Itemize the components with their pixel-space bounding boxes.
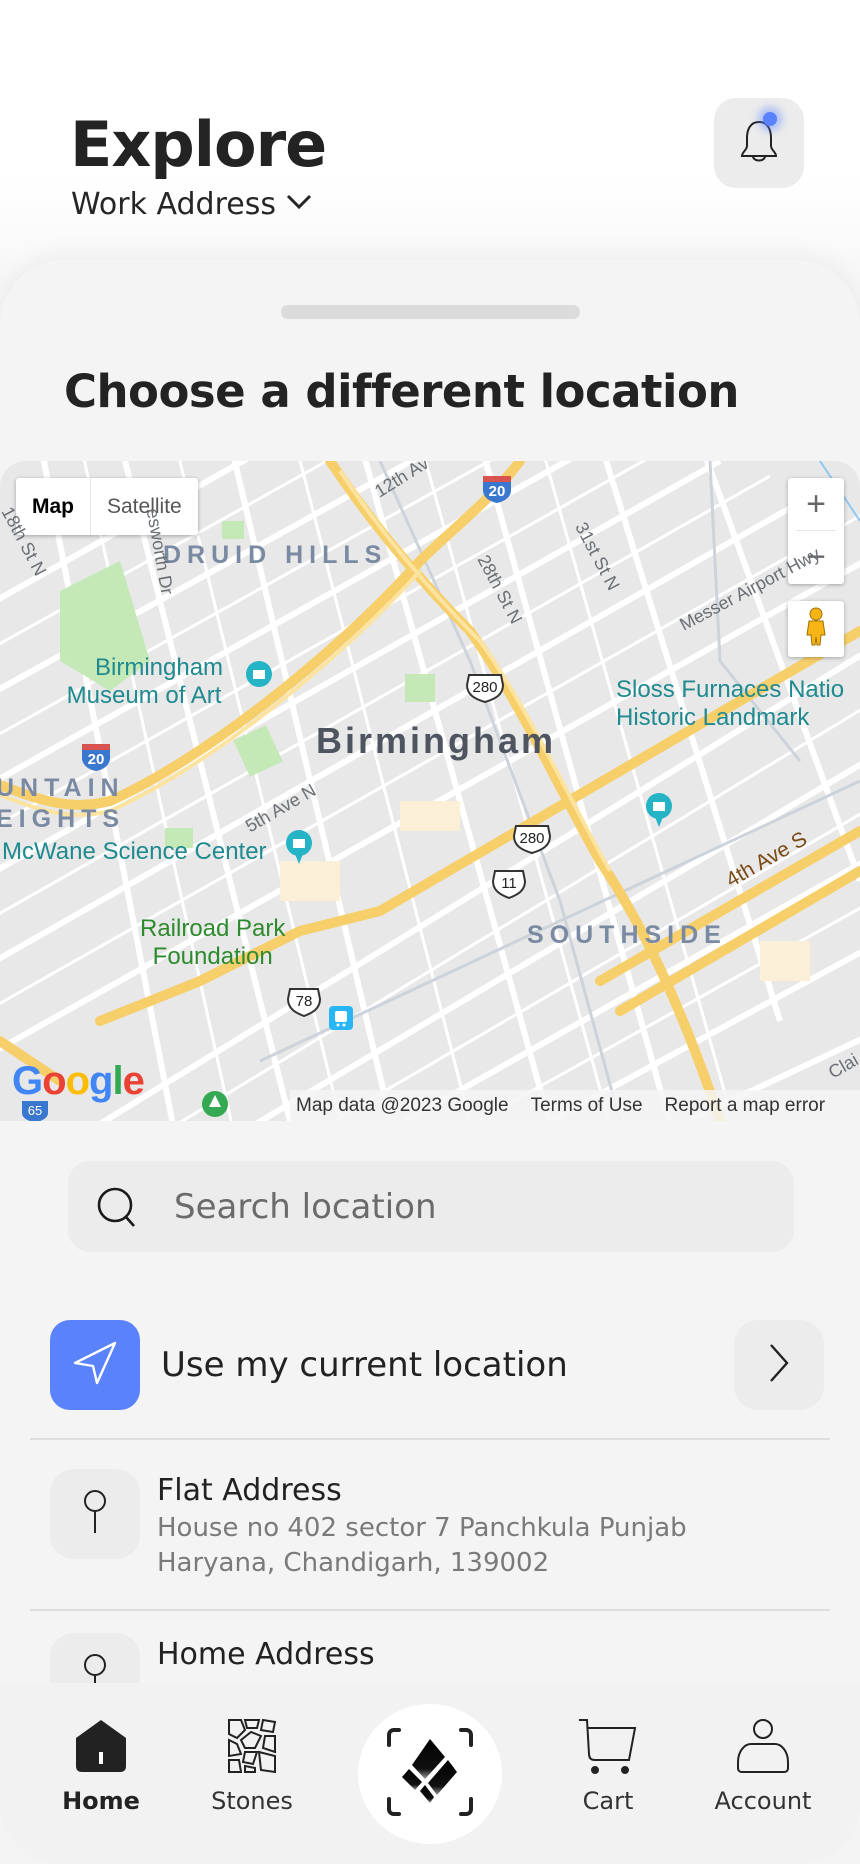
nav-account-label: Account xyxy=(714,1787,812,1815)
us-11-number: 11 xyxy=(501,875,517,892)
pegman-icon xyxy=(804,607,828,651)
park-marker-icon[interactable] xyxy=(200,1089,230,1121)
interstate-65-number: 65 xyxy=(27,1103,43,1118)
map-poi-sloss: Sloss Furnaces Natio Historic Landmark xyxy=(616,676,844,732)
nav-cart[interactable]: Cart xyxy=(543,1683,673,1823)
list-divider xyxy=(30,1609,830,1611)
mcwane-marker-icon[interactable] xyxy=(284,828,314,868)
address-selector[interactable]: Work Address xyxy=(71,184,312,224)
page-title: Explore xyxy=(70,108,327,181)
nav-stones-label: Stones xyxy=(211,1787,293,1815)
nav-stones[interactable]: Stones xyxy=(187,1683,317,1823)
address-selector-label: Work Address xyxy=(71,186,276,222)
saved-address-title: Flat Address xyxy=(157,1473,342,1508)
sheet-drag-handle[interactable] xyxy=(281,305,580,319)
map-poi-sloss-line2: Historic Landmark xyxy=(616,704,810,731)
zoom-in-button[interactable]: + xyxy=(788,478,844,531)
map-poi-sloss-line1: Sloss Furnaces Natio xyxy=(616,676,845,703)
map-poi-railroad-line2: Foundation xyxy=(152,943,273,970)
sloss-marker-icon[interactable] xyxy=(644,791,674,831)
list-divider xyxy=(30,1438,830,1440)
current-location-go-button[interactable] xyxy=(734,1320,824,1410)
nav-home-label: Home xyxy=(62,1787,140,1815)
chevron-down-icon xyxy=(286,193,312,215)
map-poi-museum-line1: Birmingham xyxy=(95,654,224,681)
us-11-shield: 11 xyxy=(491,869,527,904)
map-label-druid-hills: DRUID HILLS xyxy=(163,541,388,569)
current-location-icon-box xyxy=(50,1320,140,1410)
us-280-number-south: 280 xyxy=(519,830,545,847)
use-current-location-label[interactable]: Use my current location xyxy=(161,1345,734,1385)
nav-account[interactable]: Account xyxy=(698,1683,828,1823)
google-logo: Google xyxy=(12,1059,145,1103)
search-placeholder: Search location xyxy=(174,1186,437,1227)
saved-address-line2: Haryana, Chandigarh, 139002 xyxy=(157,1548,550,1578)
account-icon xyxy=(698,1718,828,1774)
street-view-button[interactable] xyxy=(788,601,844,657)
map-poi-mcwane: McWane Science Center xyxy=(2,838,267,865)
use-current-location-row[interactable]: Use my current location xyxy=(50,1320,824,1410)
us-78-shield: 78 xyxy=(286,987,322,1022)
saved-address-title: Home Address xyxy=(157,1637,375,1672)
map-type-toggle: Map Satellite xyxy=(16,478,198,535)
navigation-arrow-icon xyxy=(71,1339,119,1391)
transit-station-icon[interactable] xyxy=(329,1006,353,1030)
map-poi-museum: Birmingham Museum of Art xyxy=(65,654,223,710)
map-label-birmingham: Birmingham xyxy=(316,720,557,761)
report-map-error-link[interactable]: Report a map error xyxy=(665,1095,826,1117)
sheet-title: Choose a different location xyxy=(64,365,739,418)
saved-address-item[interactable]: Flat Address House no 402 sector 7 Panch… xyxy=(50,1469,830,1581)
notification-badge xyxy=(763,112,777,126)
nav-home[interactable]: Home xyxy=(36,1683,166,1823)
location-sheet: Choose a different location Map Satellit… xyxy=(0,260,860,1864)
map-view[interactable]: Map Satellite + − DRUID HILLS 12th Av 28… xyxy=(0,461,860,1121)
terms-of-use-link[interactable]: Terms of Use xyxy=(531,1095,643,1117)
us-280-shield-south: 280 xyxy=(512,824,552,859)
map-roads xyxy=(0,461,860,1121)
map-attribution: Map data @2023 Google Terms of Use Repor… xyxy=(290,1090,860,1121)
us-280-shield: 280 xyxy=(465,673,505,708)
pin-icon-box xyxy=(50,1469,140,1559)
zoom-separator xyxy=(796,530,836,531)
cart-icon xyxy=(543,1718,673,1774)
map-data-attribution: Map data @2023 Google xyxy=(296,1094,509,1116)
interstate-20-number: 20 xyxy=(488,483,506,500)
map-label-southside: SOUTHSIDE xyxy=(527,921,727,949)
search-location-input[interactable]: Search location xyxy=(68,1161,794,1252)
stones-icon xyxy=(187,1718,317,1774)
nav-cart-label: Cart xyxy=(582,1787,634,1815)
map-poi-railroad-park: Railroad Park Foundation xyxy=(140,915,285,971)
us-78-number: 78 xyxy=(295,993,313,1010)
museum-marker-icon[interactable] xyxy=(244,659,274,699)
map-label-fountain-line2: EIGHTS xyxy=(0,805,126,833)
bottom-navigation: Home Stones Cart Account xyxy=(0,1683,860,1864)
us-280-number: 280 xyxy=(472,679,498,696)
map-poi-railroad-line1: Railroad Park xyxy=(140,915,286,942)
interstate-20-number-west: 20 xyxy=(87,751,105,768)
map-label-fountain-heights: UNTAIN EIGHTS xyxy=(0,773,125,835)
pin-icon xyxy=(83,1489,107,1539)
scan-icon xyxy=(385,1727,475,1821)
interstate-20-shield-west: 20 xyxy=(80,742,112,777)
map-label-fountain-line1: UNTAIN xyxy=(0,774,125,802)
saved-address-line1: House no 402 sector 7 Panchkula Punjab xyxy=(157,1513,687,1543)
notifications-button[interactable] xyxy=(714,98,804,188)
search-icon xyxy=(96,1186,138,1228)
scan-button[interactable] xyxy=(358,1704,502,1844)
map-poi-museum-line2: Museum of Art xyxy=(66,682,222,709)
interstate-20-shield: 20 xyxy=(481,474,513,509)
home-icon xyxy=(36,1718,166,1774)
chevron-right-icon xyxy=(768,1343,790,1387)
